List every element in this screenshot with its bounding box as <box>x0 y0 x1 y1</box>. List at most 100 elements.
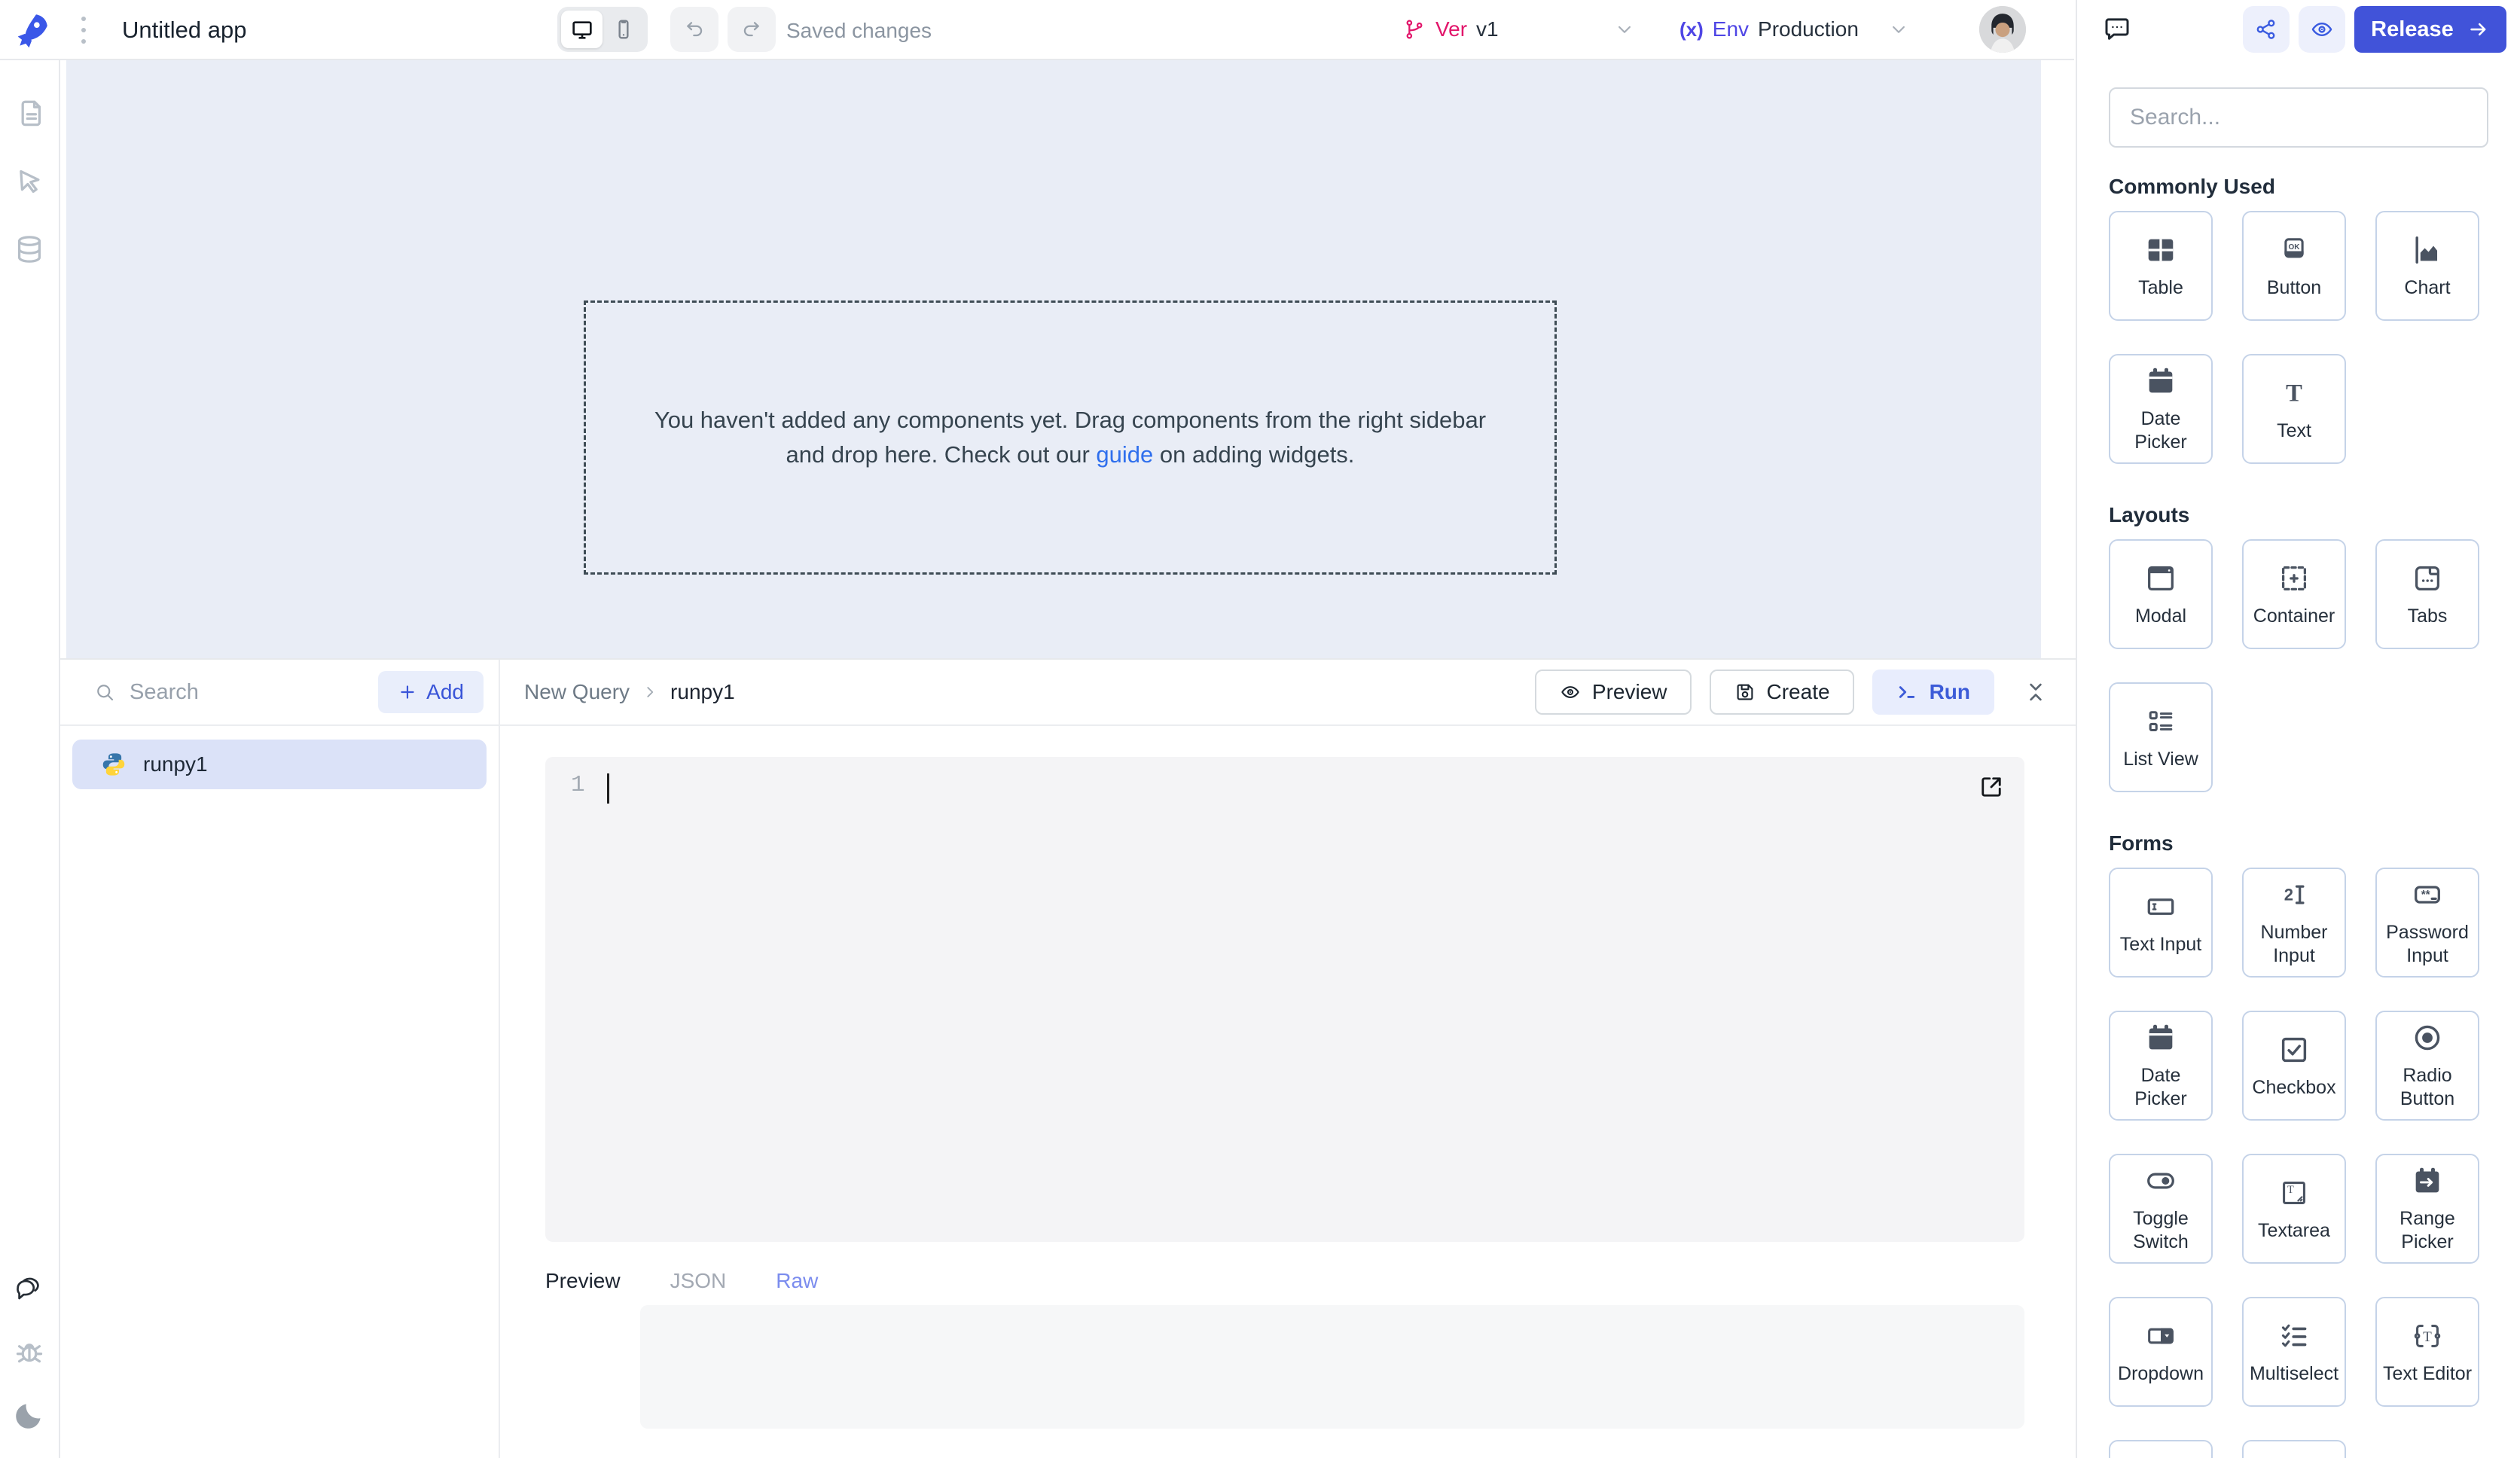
component-card-textarea[interactable]: TTextarea <box>2242 1154 2346 1264</box>
section-title: Forms <box>2109 831 2488 856</box>
component-card-modal[interactable]: Modal <box>2109 539 2213 649</box>
component-card-password-input[interactable]: **Password Input <box>2375 868 2479 978</box>
release-label: Release <box>2371 17 2454 42</box>
components-search-input[interactable] <box>2109 87 2488 148</box>
component-label: Checkbox <box>2247 1076 2340 1100</box>
checkbox-icon <box>2277 1032 2311 1067</box>
release-button[interactable]: Release <box>2354 6 2506 53</box>
component-card-checkbox[interactable]: Checkbox <box>2242 1011 2346 1121</box>
app-menu-kebab-icon[interactable] <box>80 17 87 44</box>
version-value: v1 <box>1476 17 1499 41</box>
pages-icon[interactable] <box>12 96 47 131</box>
text-editor-icon: T <box>2410 1319 2445 1353</box>
env-label: Env <box>1713 17 1749 41</box>
table-icon <box>2143 233 2178 267</box>
component-card-toggle-switch[interactable]: Toggle Switch <box>2109 1154 2213 1264</box>
query-editor-header: New Query runpy1 Preview Create Run <box>500 660 2076 724</box>
share-button[interactable] <box>2243 6 2290 53</box>
eye-icon <box>2309 17 2335 42</box>
collapse-panel-icon[interactable] <box>2023 679 2049 705</box>
component-label: Toggle Switch <box>2110 1207 2211 1254</box>
create-query-button[interactable]: Create <box>1710 670 1854 715</box>
component-card-tabs[interactable]: Tabs <box>2375 539 2479 649</box>
result-tab-json[interactable]: JSON <box>670 1269 727 1293</box>
save-status: Saved changes <box>786 19 932 43</box>
component-card-multiselect[interactable]: Multiselect <box>2242 1297 2346 1407</box>
query-search-input[interactable] <box>128 679 282 706</box>
user-avatar[interactable] <box>1979 6 2026 53</box>
component-card-text-editor[interactable]: TText Editor <box>2375 1297 2479 1407</box>
component-label: Text <box>2272 419 2316 443</box>
component-card-text-input[interactable]: Text Input <box>2109 868 2213 978</box>
component-label: Button <box>2262 276 2326 300</box>
svg-text:**: ** <box>2421 889 2430 901</box>
calendar-icon <box>2143 364 2178 398</box>
undo-button[interactable] <box>670 7 718 52</box>
component-card-list-view[interactable]: List View <box>2109 682 2213 792</box>
component-label: Text Input <box>2116 933 2206 956</box>
component-card-file[interactable] <box>2242 1440 2346 1458</box>
version-selector[interactable]: Ver v1 <box>1402 14 1636 45</box>
list-view-icon <box>2143 704 2178 739</box>
component-card-date-picker[interactable]: Date Picker <box>2109 1011 2213 1121</box>
empty-state-line2: and drop here. Check out our <box>786 441 1097 468</box>
add-query-button[interactable]: Add <box>378 671 484 713</box>
component-card-range-picker[interactable]: Range Picker <box>2375 1154 2479 1264</box>
dark-mode-moon-icon[interactable] <box>12 1398 47 1432</box>
redo-icon <box>740 17 764 41</box>
component-card-star[interactable] <box>2109 1440 2213 1458</box>
plus-icon <box>398 682 417 702</box>
arrow-right-icon <box>2467 18 2490 41</box>
component-card-date-picker[interactable]: Date Picker <box>2109 354 2213 464</box>
component-card-button[interactable]: OKButton <box>2242 211 2346 321</box>
section-title: Commonly Used <box>2109 175 2488 199</box>
guide-link[interactable]: guide <box>1096 441 1153 468</box>
component-card-text[interactable]: T Text <box>2242 354 2346 464</box>
database-icon[interactable] <box>12 232 47 267</box>
query-list-item[interactable]: runpy1 <box>72 740 487 789</box>
app-preview-button[interactable] <box>2299 6 2345 53</box>
result-tab-raw[interactable]: Raw <box>776 1269 818 1293</box>
query-output-area <box>640 1305 2024 1429</box>
toggle-icon <box>2143 1164 2178 1198</box>
eye-icon <box>1559 681 1582 703</box>
svg-text:T: T <box>2286 380 2302 407</box>
query-list: runpy1 <box>60 726 500 1458</box>
components-list: Commonly Used Table OKButton Chart Date Pick… <box>2077 59 2520 1458</box>
svg-text:T: T <box>2287 1184 2294 1196</box>
svg-text:T: T <box>2423 1328 2432 1344</box>
component-card-radio-button[interactable]: Radio Button <box>2375 1011 2479 1121</box>
preview-label: Preview <box>1592 680 1667 704</box>
canvas-empty-state: You haven't added any components yet. Dr… <box>584 300 1557 575</box>
result-tab-preview[interactable]: Preview <box>545 1269 621 1293</box>
chat-icon[interactable] <box>12 1271 47 1306</box>
left-sidebar <box>0 60 60 1458</box>
comments-icon[interactable] <box>2101 14 2133 45</box>
empty-state-line2-end: on adding widgets. <box>1153 441 1354 468</box>
run-query-button[interactable]: Run <box>1872 670 1994 715</box>
number-input-icon: 2 <box>2277 877 2311 912</box>
component-card-table[interactable]: Table <box>2109 211 2213 321</box>
mobile-view-button[interactable] <box>603 11 644 48</box>
app-canvas[interactable]: You haven't added any components yet. Dr… <box>66 60 2041 658</box>
multiselect-icon <box>2277 1319 2311 1353</box>
breadcrumb-current: runpy1 <box>670 680 735 704</box>
debugger-bug-icon[interactable] <box>12 1334 47 1369</box>
component-card-container[interactable]: Container <box>2242 539 2346 649</box>
code-editor[interactable]: 1 <box>545 757 2024 1242</box>
redo-button[interactable] <box>728 7 776 52</box>
component-card-chart[interactable]: Chart <box>2375 211 2479 321</box>
component-label: Table <box>2134 276 2188 300</box>
preview-query-button[interactable]: Preview <box>1535 670 1692 715</box>
app-logo-rocket-icon[interactable] <box>12 9 53 50</box>
inspector-cursor-icon[interactable] <box>12 164 47 199</box>
component-card-number-input[interactable]: 2Number Input <box>2242 868 2346 978</box>
desktop-view-button[interactable] <box>561 11 603 48</box>
expand-editor-icon[interactable] <box>1978 773 2005 801</box>
component-card-dropdown[interactable]: Dropdown <box>2109 1297 2213 1407</box>
environment-selector[interactable]: (x) Env Production <box>1679 14 1910 45</box>
query-panel-header: Add New Query runpy1 Preview Create Run <box>60 660 2076 726</box>
container-icon <box>2277 561 2311 596</box>
python-icon <box>99 750 128 779</box>
save-icon <box>1734 681 1756 703</box>
